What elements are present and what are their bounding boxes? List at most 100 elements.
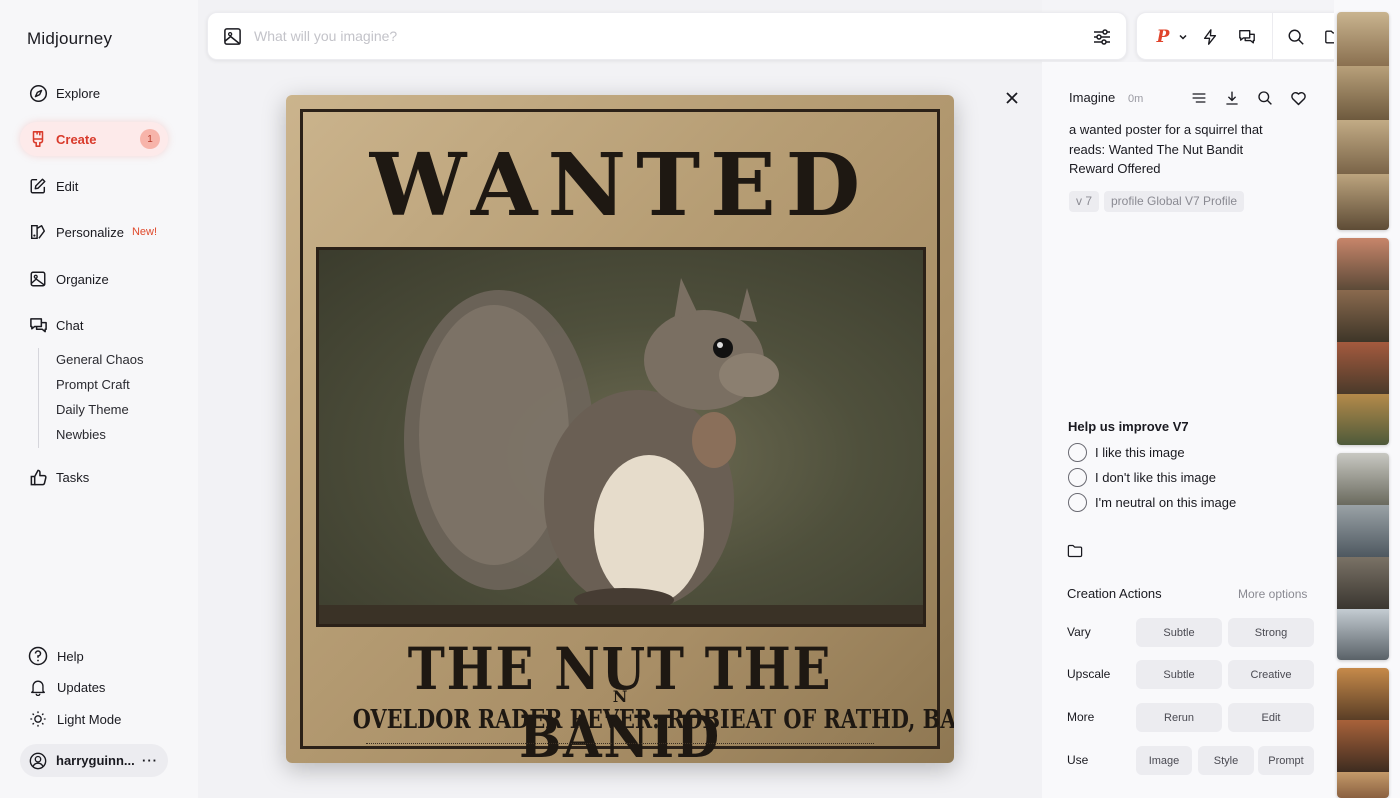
chat-icon[interactable]	[1237, 27, 1257, 47]
edit-button[interactable]: Edit	[1228, 703, 1314, 732]
sidebar-item-create[interactable]: Create 1	[20, 122, 168, 156]
upscale-creative-button[interactable]: Creative	[1228, 660, 1314, 689]
prompt-input[interactable]	[254, 28, 1054, 44]
sidebar-item-organize[interactable]: Organize	[20, 262, 168, 296]
search-icon[interactable]	[1286, 27, 1306, 47]
sidebar-item-chat[interactable]: Chat	[20, 308, 168, 342]
radio-button[interactable]	[1068, 443, 1087, 462]
lightning-icon[interactable]	[1200, 27, 1220, 47]
radio-button[interactable]	[1068, 468, 1087, 487]
upscale-label: Upscale	[1067, 667, 1111, 681]
thumbnail[interactable]	[1337, 238, 1389, 290]
thumbnail[interactable]	[1337, 12, 1389, 66]
sidebar-item-label: Personalize	[56, 224, 124, 240]
poster-mark: N	[612, 687, 628, 706]
app-logo[interactable]: Midjourney	[27, 29, 112, 49]
thumbnail[interactable]	[1337, 342, 1389, 394]
sidebar-item-edit[interactable]: Edit	[20, 169, 168, 203]
chat-room-daily-theme[interactable]: Daily Theme	[56, 398, 143, 423]
vary-subtle-button[interactable]: Subtle	[1136, 618, 1222, 647]
vary-strong-button[interactable]: Strong	[1228, 618, 1314, 647]
thumbnail[interactable]	[1337, 720, 1389, 772]
personalize-toggle[interactable]: P	[1153, 27, 1173, 47]
feedback-like[interactable]: I like this image	[1068, 443, 1185, 462]
light-mode-toggle[interactable]: Light Mode	[28, 709, 121, 729]
use-style-button[interactable]: Style	[1198, 746, 1254, 775]
thumbnail-group[interactable]	[1337, 12, 1389, 230]
compass-icon	[28, 83, 48, 103]
rerun-button[interactable]: Rerun	[1136, 703, 1222, 732]
user-name: harryguinn...	[56, 753, 135, 768]
sidebar-item-explore[interactable]: Explore	[20, 76, 168, 110]
sidebar: Midjourney Explore Create 1 Edit Persona…	[0, 0, 198, 798]
chat-room-prompt-craft[interactable]: Prompt Craft	[56, 373, 143, 398]
prompt-bar	[207, 12, 1127, 60]
thumbnail[interactable]	[1337, 453, 1389, 505]
chat-room-list: General Chaos Prompt Craft Daily Theme N…	[38, 348, 143, 448]
chevron-down-icon[interactable]	[1173, 27, 1193, 47]
thumbnail[interactable]	[1337, 609, 1389, 660]
chat-icon	[28, 315, 48, 335]
poster-caption: OVELDOR RADER REVER: ROBIEAT OF RATHD, B…	[352, 705, 954, 735]
sidebar-item-label: Organize	[56, 271, 109, 287]
thumbnail-group[interactable]	[1337, 668, 1389, 798]
help-label: Help	[57, 648, 84, 664]
job-time: 0m	[1128, 93, 1144, 105]
folder-icon[interactable]	[1067, 544, 1085, 560]
search-icon[interactable]	[1255, 88, 1275, 108]
thumbnail-group[interactable]	[1337, 238, 1389, 445]
sidebar-item-label: Tasks	[56, 469, 90, 485]
more-icon[interactable]: ···	[142, 753, 158, 768]
thumbnail[interactable]	[1337, 557, 1389, 609]
settings-sliders-icon[interactable]	[1092, 27, 1112, 47]
thumbnail[interactable]	[1337, 772, 1389, 798]
detail-panel: Imagine 0m a wanted poster for a squirre…	[1042, 62, 1334, 798]
more-options-link[interactable]: More options	[1238, 587, 1307, 601]
help-link[interactable]: Help	[28, 646, 84, 666]
brush-icon	[28, 129, 48, 149]
close-icon[interactable]	[1002, 88, 1022, 108]
feedback-label: I don't like this image	[1095, 470, 1216, 485]
updates-link[interactable]: Updates	[28, 677, 105, 697]
sidebar-item-personalize[interactable]: Personalize New!	[20, 215, 168, 249]
generated-image[interactable]: WANTED THE NUT THE BANID N OVELDOR RADER…	[286, 95, 954, 763]
prompt-text[interactable]: a wanted poster for a squirrel that read…	[1069, 120, 1269, 179]
thumbnail[interactable]	[1337, 174, 1389, 230]
thumbnail[interactable]	[1337, 394, 1389, 445]
vary-label: Vary	[1067, 625, 1091, 639]
thumbnail[interactable]	[1337, 290, 1389, 342]
radio-button[interactable]	[1068, 493, 1087, 512]
bell-icon	[28, 677, 48, 697]
chat-room-newbies[interactable]: Newbies	[56, 423, 143, 448]
top-toolbar: P	[1136, 12, 1358, 61]
add-image-icon[interactable]	[222, 26, 242, 46]
personalize-icon	[28, 222, 48, 242]
list-icon[interactable]	[1189, 88, 1209, 108]
use-label: Use	[1067, 753, 1089, 767]
edit-icon	[28, 176, 48, 196]
feedback-label: I'm neutral on this image	[1095, 495, 1237, 510]
sidebar-item-label: Explore	[56, 85, 101, 101]
user-menu[interactable]: harryguinn... ···	[20, 744, 168, 777]
thumbnail[interactable]	[1337, 505, 1389, 557]
use-prompt-button[interactable]: Prompt	[1258, 746, 1314, 775]
light-mode-label: Light Mode	[57, 711, 122, 727]
thumbnail-group[interactable]	[1337, 453, 1389, 660]
profile-chip[interactable]: profile Global V7 Profile	[1104, 191, 1245, 212]
poster-title: WANTED	[369, 135, 871, 236]
thumbnail[interactable]	[1337, 120, 1389, 174]
thumbnail[interactable]	[1337, 668, 1389, 720]
upscale-subtle-button[interactable]: Subtle	[1136, 660, 1222, 689]
heart-icon[interactable]	[1288, 88, 1308, 108]
feedback-neutral[interactable]: I'm neutral on this image	[1068, 493, 1236, 512]
version-chip[interactable]: v 7	[1069, 191, 1100, 212]
thumbnail[interactable]	[1337, 66, 1389, 120]
feedback-title: Help us improve V7	[1068, 419, 1189, 434]
sidebar-item-label: Edit	[56, 178, 79, 194]
updates-label: Updates	[57, 679, 106, 695]
download-icon[interactable]	[1222, 88, 1242, 108]
sidebar-item-tasks[interactable]: Tasks	[20, 460, 168, 494]
chat-room-general-chaos[interactable]: General Chaos	[56, 348, 143, 373]
feedback-dislike[interactable]: I don't like this image	[1068, 468, 1216, 487]
use-image-button[interactable]: Image	[1136, 746, 1192, 775]
